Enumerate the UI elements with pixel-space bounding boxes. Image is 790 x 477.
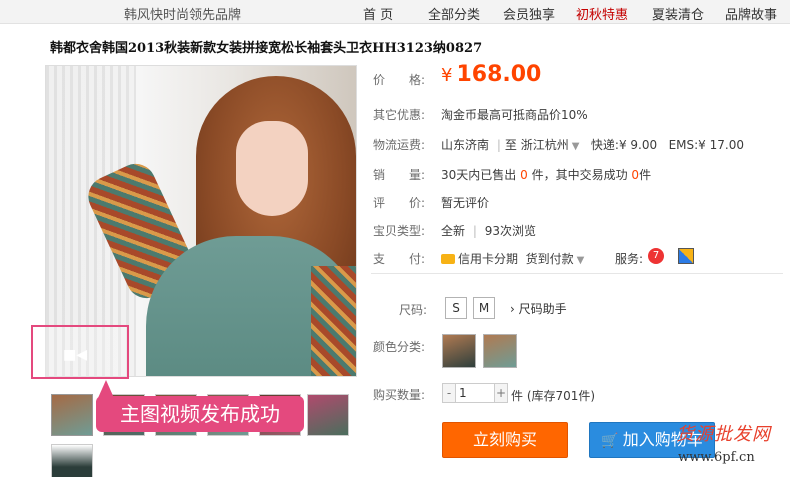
- video-success-callout: 主图视频发布成功: [96, 396, 304, 432]
- nav-summer-clearance[interactable]: 夏装清仓: [652, 4, 704, 23]
- product-title: 韩都衣舍韩国2013秋装新款女装拼接宽松长袖套头卫衣HH3123纳0827: [50, 41, 483, 56]
- service-label: 服务:: [615, 252, 644, 266]
- cash-on-delivery[interactable]: 货到付款 ▼: [526, 252, 585, 266]
- sales-label: 销 量:: [373, 168, 426, 182]
- views-value: 93次浏览: [484, 224, 536, 238]
- size-label: 尺码:: [399, 303, 428, 317]
- size-option-m[interactable]: M: [473, 297, 495, 319]
- nav-brand-story[interactable]: 品牌故事: [725, 4, 777, 23]
- price-value: 168.00: [456, 62, 542, 87]
- chevron-down-icon: ▼: [571, 141, 580, 152]
- price: ¥168.00: [441, 62, 541, 87]
- color-label: 颜色分类:: [373, 340, 426, 354]
- brand-slogan: 韩风快时尚领先品牌: [124, 8, 242, 23]
- video-play-area[interactable]: ■◀: [31, 325, 129, 379]
- currency-symbol: ¥: [441, 65, 453, 86]
- credit-installment-label: 信用卡分期: [458, 252, 519, 266]
- promo-value: 淘金币最高可抵商品价10%: [441, 108, 588, 122]
- quantity-increase-button[interactable]: +: [494, 383, 508, 403]
- sales-count: 0: [520, 168, 528, 182]
- express-fee: 快递:¥ 9.00: [590, 138, 658, 152]
- payment-label: 支 付:: [373, 252, 426, 266]
- ship-to: 浙江杭州: [520, 138, 569, 152]
- shipping-row: 山东济南 | 至 浙江杭州 ▼ 快递:¥ 9.00 EMS:¥ 17.00: [441, 136, 744, 153]
- cash-on-delivery-label: 货到付款: [525, 252, 574, 266]
- ship-to-select[interactable]: 浙江杭州 ▼: [521, 138, 580, 152]
- size-helper-link[interactable]: › 尺码助手: [510, 300, 567, 317]
- image-model-face: [236, 121, 308, 216]
- top-nav: 韩风快时尚领先品牌 首 页 全部分类 会员独享 初秋特惠 夏装清仓 品牌故事: [0, 0, 790, 24]
- credit-card-icon: [441, 254, 455, 264]
- quantity-input[interactable]: [455, 383, 495, 403]
- ems-fee: EMS:¥ 17.00: [668, 138, 744, 152]
- size-option-s[interactable]: S: [445, 297, 467, 319]
- watermark-url: www.6pf.cn: [678, 450, 755, 465]
- stock-info: 件 (库存701件): [511, 389, 596, 403]
- thumbnail-1[interactable]: [51, 394, 93, 436]
- seven-day-return-icon[interactable]: 7: [648, 248, 664, 264]
- nav-early-autumn[interactable]: 初秋特惠: [576, 4, 628, 23]
- price-label: 价 格:: [373, 73, 426, 87]
- quantity-label: 购买数量:: [373, 388, 426, 402]
- payment-row: 信用卡分期 货到付款 ▼: [441, 250, 584, 267]
- color-option-1[interactable]: [442, 334, 476, 368]
- nav-all-categories[interactable]: 全部分类: [428, 4, 480, 23]
- type-row: 全新 | 93次浏览: [441, 222, 536, 239]
- rating-label: 评 价:: [373, 196, 426, 210]
- color-option-2[interactable]: [483, 334, 517, 368]
- ship-from: 山东济南: [441, 138, 490, 152]
- nav-members[interactable]: 会员独享: [503, 4, 555, 23]
- cart-icon: 🛒: [601, 433, 619, 449]
- video-camera-icon: ■◀: [63, 347, 87, 363]
- sales-success-count: 0: [631, 168, 640, 182]
- image-model-sleeve-right: [311, 266, 356, 376]
- thumbnail-6[interactable]: [307, 394, 349, 436]
- divider: [371, 273, 783, 274]
- chevron-right-icon: ›: [510, 302, 515, 316]
- buy-now-button[interactable]: 立刻购买: [442, 422, 568, 458]
- condition-value: 全新: [441, 224, 466, 238]
- sales-row: 30天内已售出 0 件，其中交易成功 0件: [441, 166, 651, 183]
- watermark-title: 货源批发网: [676, 424, 771, 445]
- rating-value[interactable]: 暂无评价: [441, 194, 489, 211]
- ship-to-prefix: 至: [504, 138, 517, 152]
- thumbnail-7[interactable]: [51, 444, 93, 477]
- separator: |: [496, 138, 501, 152]
- sales-unit: 件: [639, 168, 652, 182]
- chevron-down-icon: ▼: [576, 255, 585, 266]
- promo-label: 其它优惠:: [373, 108, 426, 122]
- size-helper-label: 尺码助手: [518, 302, 567, 316]
- nav-home[interactable]: 首 页: [363, 4, 393, 23]
- shipping-label: 物流运费:: [373, 138, 426, 152]
- service-guarantee-icon[interactable]: [678, 248, 694, 264]
- separator: |: [472, 224, 477, 238]
- quantity-decrease-button[interactable]: -: [442, 383, 456, 403]
- credit-installment[interactable]: 信用卡分期: [441, 252, 518, 266]
- sales-middle: 件，其中交易成功: [531, 168, 628, 182]
- type-label: 宝贝类型:: [373, 224, 426, 238]
- sales-prefix: 30天内已售出: [441, 168, 517, 182]
